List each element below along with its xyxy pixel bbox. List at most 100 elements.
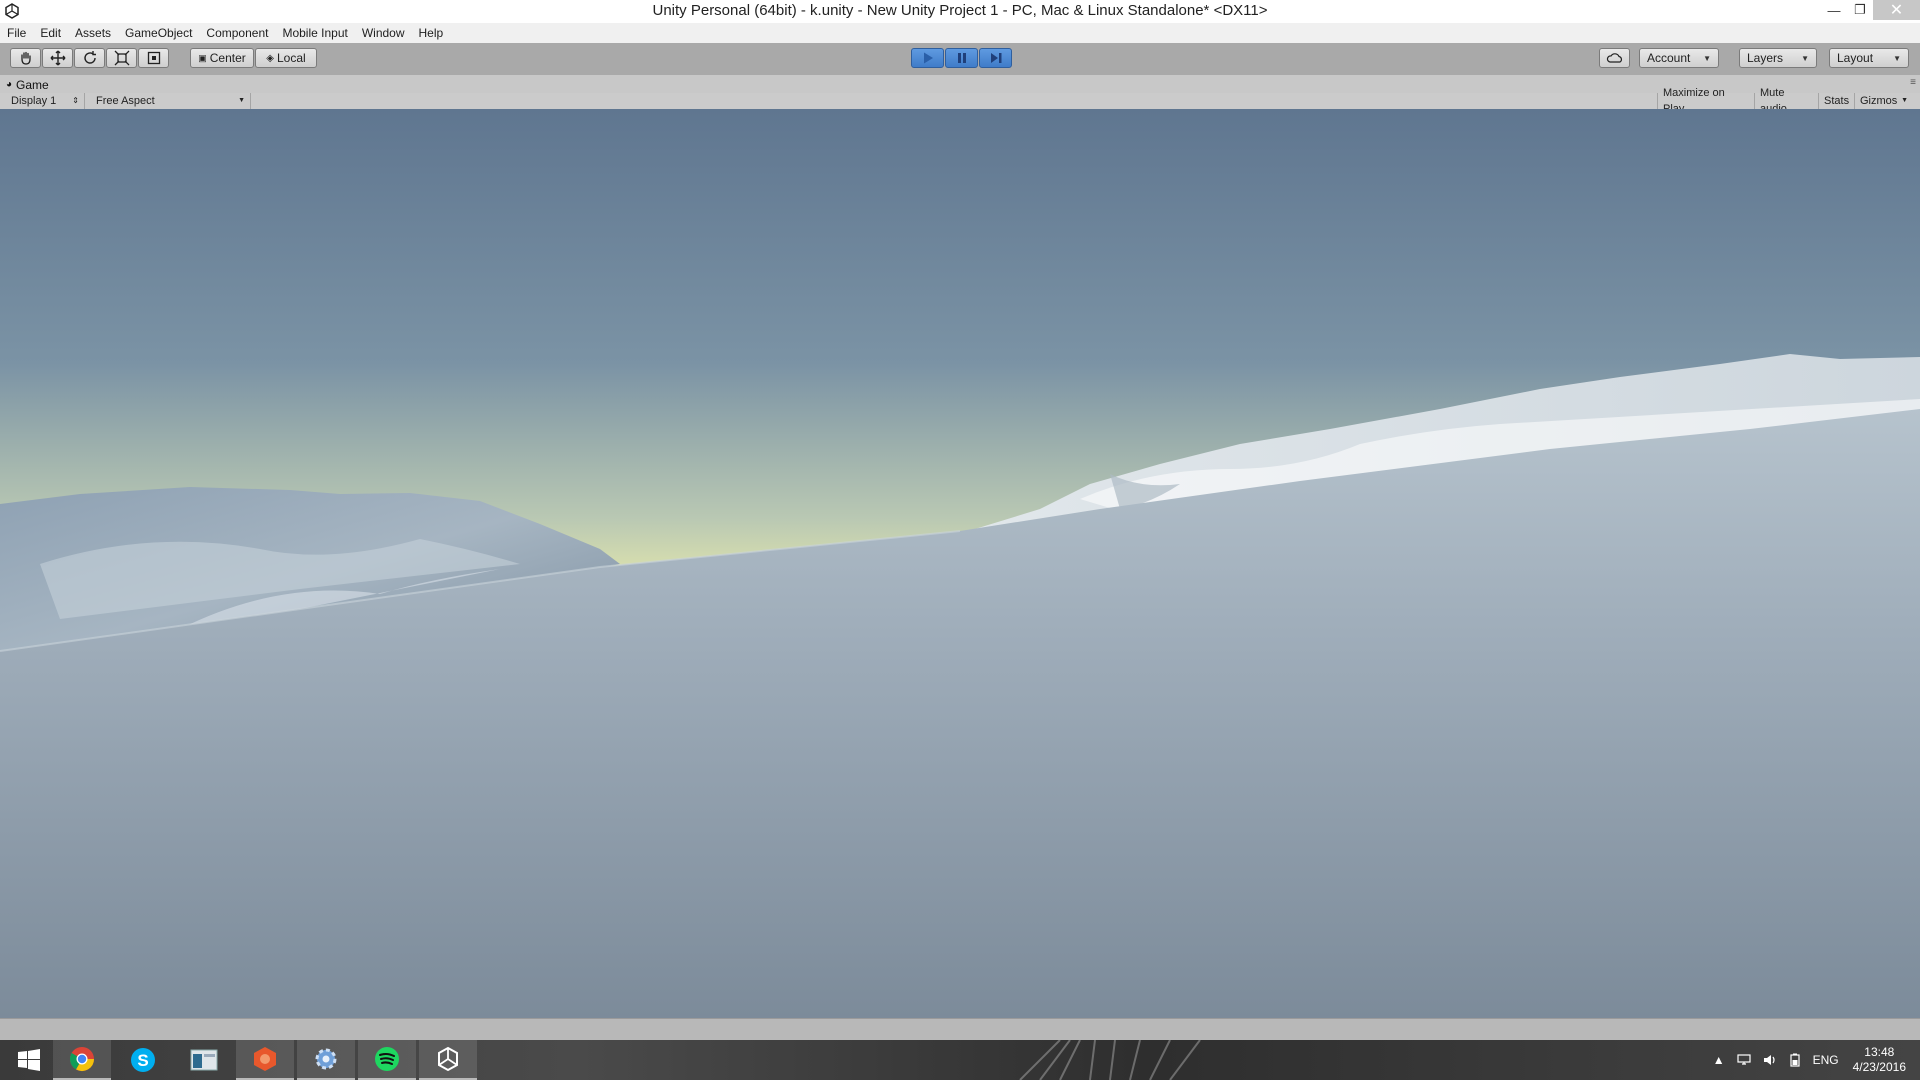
close-button[interactable]: ✕ [1873,0,1920,20]
rotate-icon [83,51,96,64]
svg-text:S: S [137,1051,148,1070]
aspect-select[interactable]: Free Aspect ▼ [91,93,251,109]
layout-dropdown[interactable]: Layout ▼ [1829,48,1909,68]
move-tool-button[interactable] [42,48,73,68]
show-hidden-icons-icon[interactable]: ▲ [1713,1053,1725,1067]
taskbar-spotify[interactable] [358,1040,416,1080]
game-tab[interactable]: ◕ Game [0,76,55,93]
hand-tool-button[interactable] [10,48,41,68]
pivot-center-button[interactable]: ▣ Center [190,48,254,68]
menu-mobile-input[interactable]: Mobile Input [275,23,354,43]
play-icon [923,52,933,64]
pause-icon [957,53,966,63]
speaker-icon[interactable] [1763,1054,1777,1066]
game-view-controls: Display 1 ⇕ Free Aspect ▼ Maximize on Play… [0,87,1920,115]
menu-file[interactable]: File [0,23,33,43]
chevron-down-icon: ▼ [1901,97,1908,104]
orange-app-icon [254,1047,276,1071]
menu-component[interactable]: Component [199,23,275,43]
scale-icon [114,50,129,66]
restore-icon: ❐ [1854,2,1866,17]
pivot-local-label: Local [277,51,306,65]
game-tab-label: Game [16,77,49,92]
language-indicator[interactable]: ENG [1813,1053,1839,1067]
pivot-center-label: Center [209,51,246,65]
layout-label: Layout [1837,51,1874,65]
menu-assets[interactable]: Assets [68,23,118,43]
menu-help[interactable]: Help [412,23,451,43]
skype-icon: S [131,1048,155,1072]
snow-terrain-scene [0,109,1920,1018]
close-icon: ✕ [1889,2,1904,19]
game-viewport[interactable] [0,109,1920,1018]
local-icon: ◈ [266,52,274,64]
taskbar-settings[interactable] [297,1040,355,1080]
start-button[interactable] [0,1040,58,1080]
game-view-header: ◕ Game ≡ [0,75,1920,93]
aspect-label: Free Aspect [96,95,155,107]
step-button[interactable] [979,48,1012,68]
system-tray: ▲ ENG 13:48 4/23/2016 [1707,1040,1920,1080]
menu-gameobject[interactable]: GameObject [118,23,199,43]
play-button[interactable] [911,48,944,68]
display-label: Display 1 [11,95,57,107]
chrome-icon [69,1047,94,1072]
title-bar: Unity Personal (64bit) - k.unity - New U… [0,0,1920,24]
rect-tool-button[interactable] [138,48,169,68]
gizmos-dropdown[interactable]: Gizmos ▼ [1855,93,1913,109]
taskbar-chrome[interactable] [53,1040,111,1080]
cloud-services-button[interactable] [1599,48,1630,68]
step-icon [990,53,1001,63]
rotate-tool-button[interactable] [74,48,105,68]
wallpaper-streaks [1019,1040,1201,1080]
menu-edit[interactable]: Edit [33,23,68,43]
taskbar-unity[interactable] [419,1040,477,1080]
status-bar [0,1018,1920,1041]
taskbar-orange-app[interactable] [236,1040,294,1080]
scale-tool-button[interactable] [106,48,137,68]
account-label: Account [1647,51,1691,65]
unity-icon [438,1046,458,1072]
chevron-down-icon: ▼ [1893,53,1901,63]
gear-icon [315,1048,337,1070]
pivot-icon: ▣ [198,52,207,63]
game-controller-icon: ◕ [6,79,13,90]
spotify-icon [375,1047,399,1071]
stats-label: Stats [1824,95,1850,107]
pause-button[interactable] [945,48,978,68]
move-arrows-icon [50,50,65,66]
file-explorer-icon [190,1049,218,1071]
chevron-down-icon: ▼ [1801,53,1809,63]
rect-transform-icon [147,51,160,65]
account-dropdown[interactable]: Account ▼ [1639,48,1719,68]
minimize-icon: — [1827,2,1841,18]
windows-logo-icon [18,1049,40,1071]
clock-time: 13:48 [1864,1045,1895,1059]
panel-menu-icon[interactable]: ≡ [1910,77,1916,88]
pivot-local-button[interactable]: ◈ Local [255,48,317,68]
updown-icon: ⇕ [72,96,79,105]
layers-dropdown[interactable]: Layers ▼ [1739,48,1817,68]
cloud-icon [1606,53,1622,63]
clock[interactable]: 13:48 4/23/2016 [1853,1045,1906,1075]
restore-button[interactable]: ❐ [1847,0,1873,20]
menu-window[interactable]: Window [355,23,412,43]
maximize-on-play-toggle[interactable]: Maximize on Play [1657,87,1755,115]
battery-icon[interactable] [1789,1053,1801,1067]
window-title: Unity Personal (64bit) - k.unity - New U… [652,2,1268,19]
clock-date: 4/23/2016 [1852,1060,1906,1074]
network-icon[interactable] [1736,1054,1751,1066]
chevron-down-icon: ▼ [1703,53,1711,63]
minimize-button[interactable]: — [1821,0,1847,20]
taskbar-explorer[interactable] [175,1040,233,1080]
display-select[interactable]: Display 1 ⇕ [6,93,85,109]
taskbar-skype[interactable]: S [114,1040,172,1080]
stats-toggle[interactable]: Stats [1819,93,1855,109]
windows-taskbar: S ▲ ENG 13:48 4/23/2016 [0,1040,1920,1080]
menu-bar: File Edit Assets GameObject Component Mo… [0,23,1920,43]
gizmos-label: Gizmos [1860,95,1898,107]
chevron-down-icon: ▼ [238,97,245,104]
mute-audio-toggle[interactable]: Mute audio [1755,87,1819,115]
hand-icon [20,51,31,65]
main-toolbar: ▣ Center ◈ Local Account ▼ Layers ▼ Layout ▼ [0,43,1920,76]
